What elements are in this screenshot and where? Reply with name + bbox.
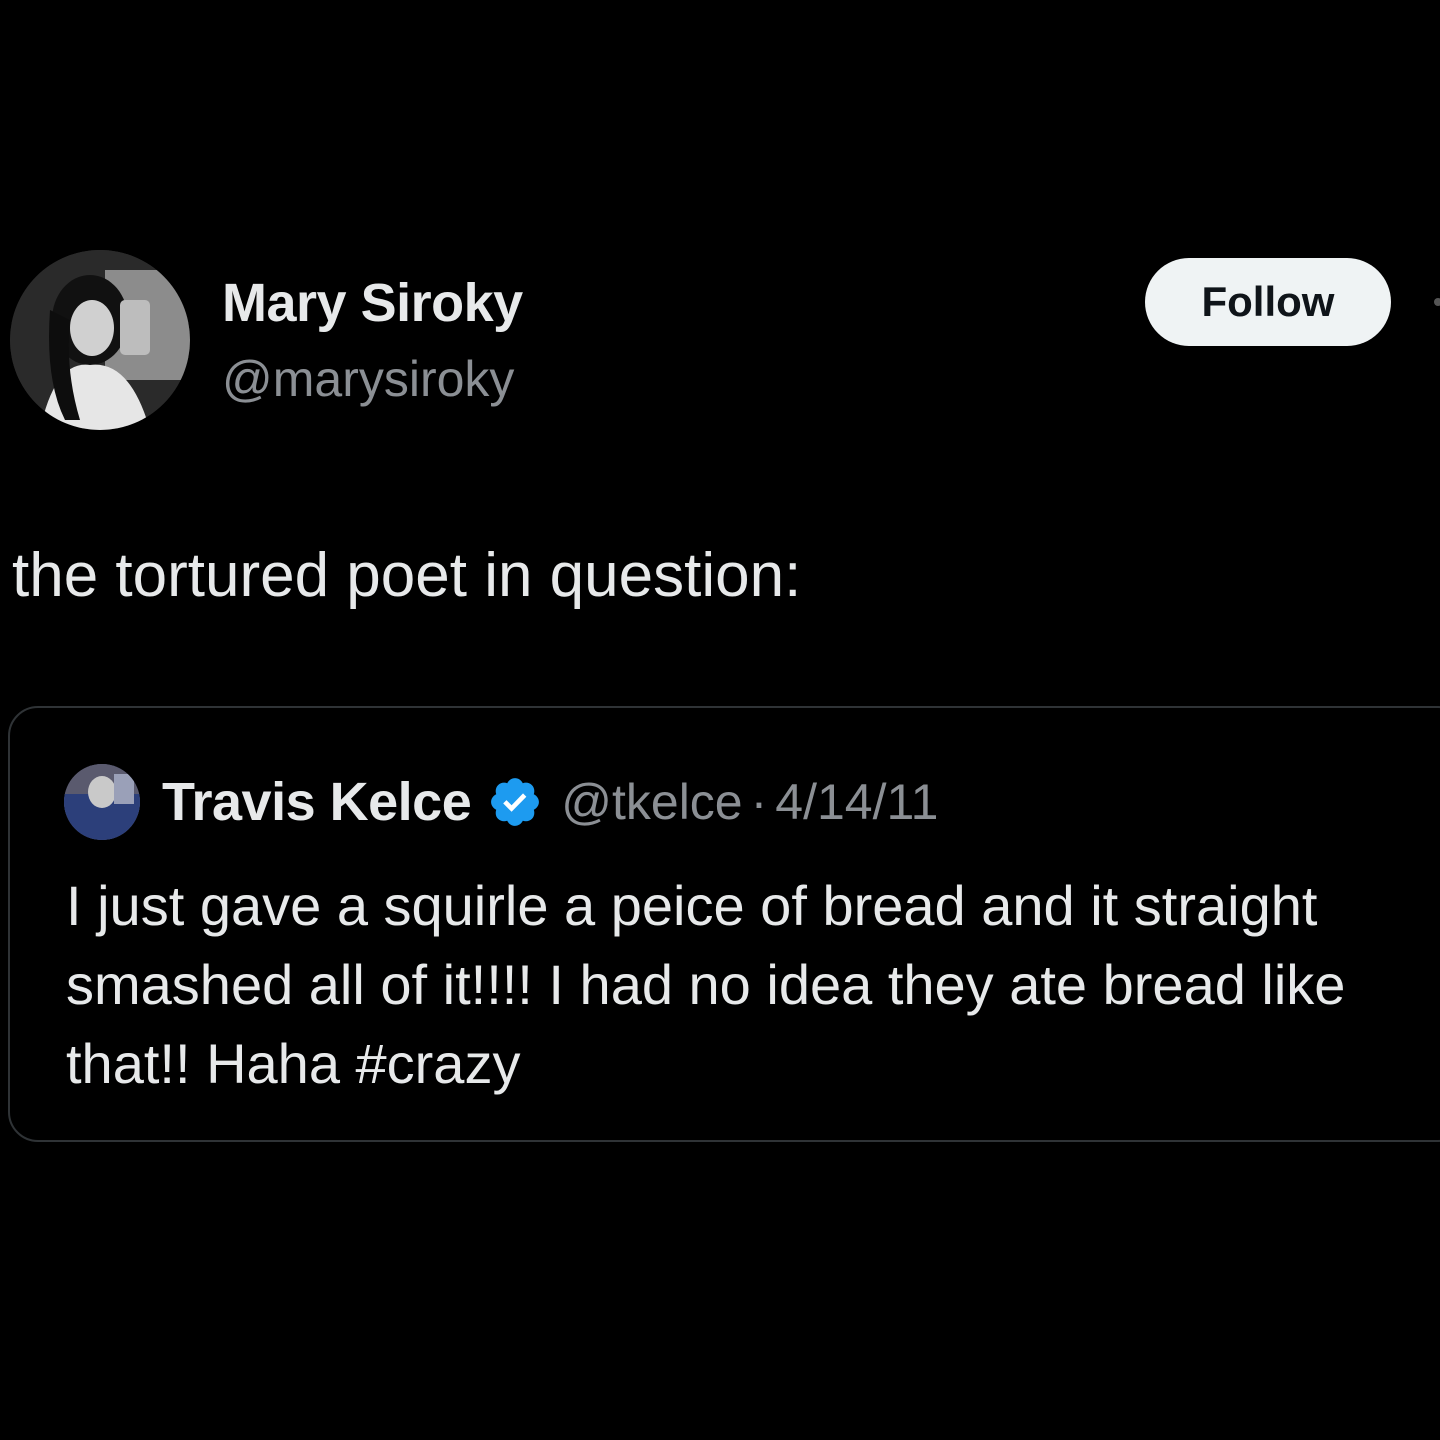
quoted-author-avatar[interactable] — [64, 764, 140, 840]
tweet-header: Mary Siroky @marysiroky Follow — [10, 250, 1440, 430]
quoted-tweet-header: Travis Kelce @tkelce · 4/14/11 — [64, 762, 938, 842]
quoted-tweet-text: I just gave a squirle a peice of bread a… — [66, 874, 1346, 1095]
tweet-text: the tortured poet in question: — [12, 541, 802, 610]
follow-button[interactable]: Follow — [1145, 258, 1391, 346]
author-handle[interactable]: @marysiroky — [222, 350, 514, 408]
quoted-author-handle[interactable]: @tkelce — [561, 773, 742, 831]
author-name[interactable]: Mary Siroky — [222, 272, 523, 334]
separator-dot: · — [750, 774, 768, 830]
author-avatar-image — [10, 250, 190, 430]
more-options-icon[interactable] — [1434, 298, 1440, 306]
quoted-tweet-date[interactable]: 4/14/11 — [775, 773, 938, 831]
quoted-author-avatar-image — [64, 764, 140, 840]
quoted-tweet-card[interactable]: Travis Kelce @tkelce · 4/14/11 I just ga… — [8, 706, 1440, 1142]
author-avatar[interactable] — [10, 250, 190, 430]
quoted-author-name[interactable]: Travis Kelce — [162, 771, 472, 833]
verified-badge-icon — [487, 774, 543, 830]
